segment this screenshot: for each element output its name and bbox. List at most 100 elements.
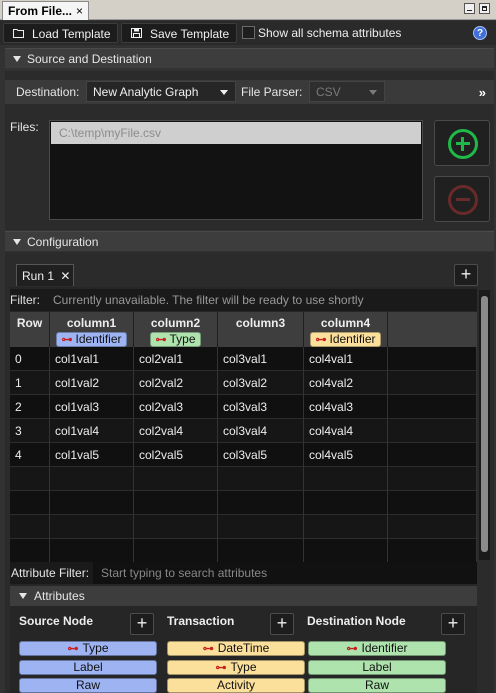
transaction-title: Transaction [167,614,235,628]
table-cell: col3val3 [218,395,304,419]
table-cell: col1val1 [50,347,134,371]
attribute-pill[interactable]: ⊶ Identifier [310,332,381,347]
filter-input[interactable]: Currently unavailable. The filter will b… [53,293,364,307]
expand-more-icon[interactable]: » [479,85,486,100]
destination-label: Destination: [16,85,80,99]
attribute-label: Raw [75,678,100,692]
destination-select[interactable]: New Analytic Graph [86,81,236,102]
table-cell [134,491,218,515]
column-header[interactable]: column2 ⊶ Type [134,312,218,347]
add-file-button[interactable] [434,120,490,166]
file-parser-value: CSV [316,85,341,99]
table-cell: col4val2 [304,371,388,395]
attribute-pill[interactable]: ⊶ Type [167,660,305,675]
attribute-pill[interactable]: ⊶ Type [19,641,157,656]
attribute-label: Type [82,641,109,655]
table-cell [304,539,388,563]
attribute-pill[interactable]: ⊶ Identifier [56,332,127,347]
table-cell [218,491,304,515]
close-icon[interactable]: ✕ [60,269,70,283]
data-table: Row column1 ⊶ Identifier column2 ⊶ Type co… [10,312,477,563]
attribute-pill[interactable]: Label [19,660,157,675]
tab-run-1[interactable]: Run 1 ✕ [16,264,74,286]
attribute-label: Label [73,660,103,674]
maximize-icon[interactable] [479,3,490,14]
attribute-label: Type [230,660,257,674]
table-cell [134,515,218,539]
attributes-title: Attributes [34,589,85,603]
table-row[interactable] [10,491,477,515]
toolbar: Load Template Save Template Show all sch… [0,21,496,45]
add-run-button[interactable]: + [454,264,478,286]
table-scrollbar[interactable] [479,290,490,560]
remove-file-button[interactable] [434,176,490,222]
add-destination-attribute-button[interactable]: + [441,613,465,635]
destination-value: New Analytic Graph [93,85,199,99]
file-list-item[interactable]: C:\temp\myFile.csv [51,122,421,144]
column-header[interactable]: column4 ⊶ Identifier [304,312,388,347]
view-tab[interactable]: From File... × [2,1,89,20]
source-destination-header[interactable]: Source and Destination [5,48,494,68]
source-destination-title: Source and Destination [27,52,152,66]
table-row[interactable]: 3 col1val4 col2val4 col3val4 col4val4 [10,419,477,443]
table-row[interactable]: 0 col1val1 col2val1 col3val1 col4val1 [10,347,477,371]
import-from-file-view: From File... × Load Template Save Templa… [0,0,496,693]
key-icon: ⊶ [155,334,167,346]
table-cell: col1val5 [50,443,134,467]
attribute-filter-input[interactable]: Start typing to search attributes [93,562,477,584]
attribute-label: Activity [216,678,255,692]
file-parser-select[interactable]: CSV [309,81,385,102]
show-all-attributes-checkbox[interactable] [242,26,255,39]
key-icon: ⊶ [346,643,358,655]
table-cell: col4val4 [304,419,388,443]
column-header[interactable]: column1 ⊶ Identifier [50,312,134,347]
add-transaction-attribute-button[interactable]: + [270,613,294,635]
attribute-pill[interactable]: ⊶ DateTime [167,641,305,656]
table-cell: col1val2 [50,371,134,395]
table-cell [10,539,50,563]
table-cell [304,491,388,515]
attribute-label: Label [362,660,392,674]
table-cell: 1 [10,371,50,395]
table-row[interactable] [10,467,477,491]
load-template-button[interactable]: Load Template [3,23,118,43]
table-row[interactable] [10,515,477,539]
scrollbar-thumb[interactable] [481,296,488,552]
table-cell: col3val2 [218,371,304,395]
help-icon[interactable]: ? [473,26,487,40]
table-cell [304,515,388,539]
table-body: 0 col1val1 col2val1 col3val1 col4val1 1 col1va… [10,347,477,563]
files-list[interactable]: C:\temp\myFile.csv [49,120,423,220]
table-cell [388,443,477,467]
attribute-pill[interactable]: Raw [308,678,446,693]
save-template-label: Save Template [150,27,230,41]
attribute-pill[interactable]: ⊶ Identifier [308,641,446,656]
column-header[interactable]: column3 [218,312,304,347]
table-cell [388,395,477,419]
attribute-pill[interactable]: ⊶ Type [150,332,201,347]
configuration-header[interactable]: Configuration [5,231,494,251]
table-cell: 3 [10,419,50,443]
minimize-icon[interactable] [464,3,475,14]
attribute-pill[interactable]: Activity [167,678,305,693]
table-cell: col4val3 [304,395,388,419]
table-cell: col3val5 [218,443,304,467]
table-cell: col2val2 [134,371,218,395]
add-source-attribute-button[interactable]: + [130,613,154,635]
attributes-header[interactable]: Attributes [10,586,477,606]
table-row[interactable]: 1 col1val2 col2val2 col3val2 col4val2 [10,371,477,395]
table-cell [388,419,477,443]
table-cell [388,467,477,491]
attribute-label: Identifier [361,641,408,655]
table-cell: col1val3 [50,395,134,419]
table-row[interactable]: 4 col1val5 col2val5 col3val5 col4val5 [10,443,477,467]
save-template-button[interactable]: Save Template [121,23,237,43]
table-row[interactable] [10,539,477,563]
collapse-triangle-icon [13,56,21,62]
run-tab-label: Run 1 [22,269,55,283]
attribute-pill[interactable]: Label [308,660,446,675]
table-row[interactable]: 2 col1val3 col2val3 col3val3 col4val3 [10,395,477,419]
save-icon [131,28,142,38]
close-icon[interactable]: × [76,4,83,18]
attribute-pill[interactable]: Raw [19,678,157,693]
